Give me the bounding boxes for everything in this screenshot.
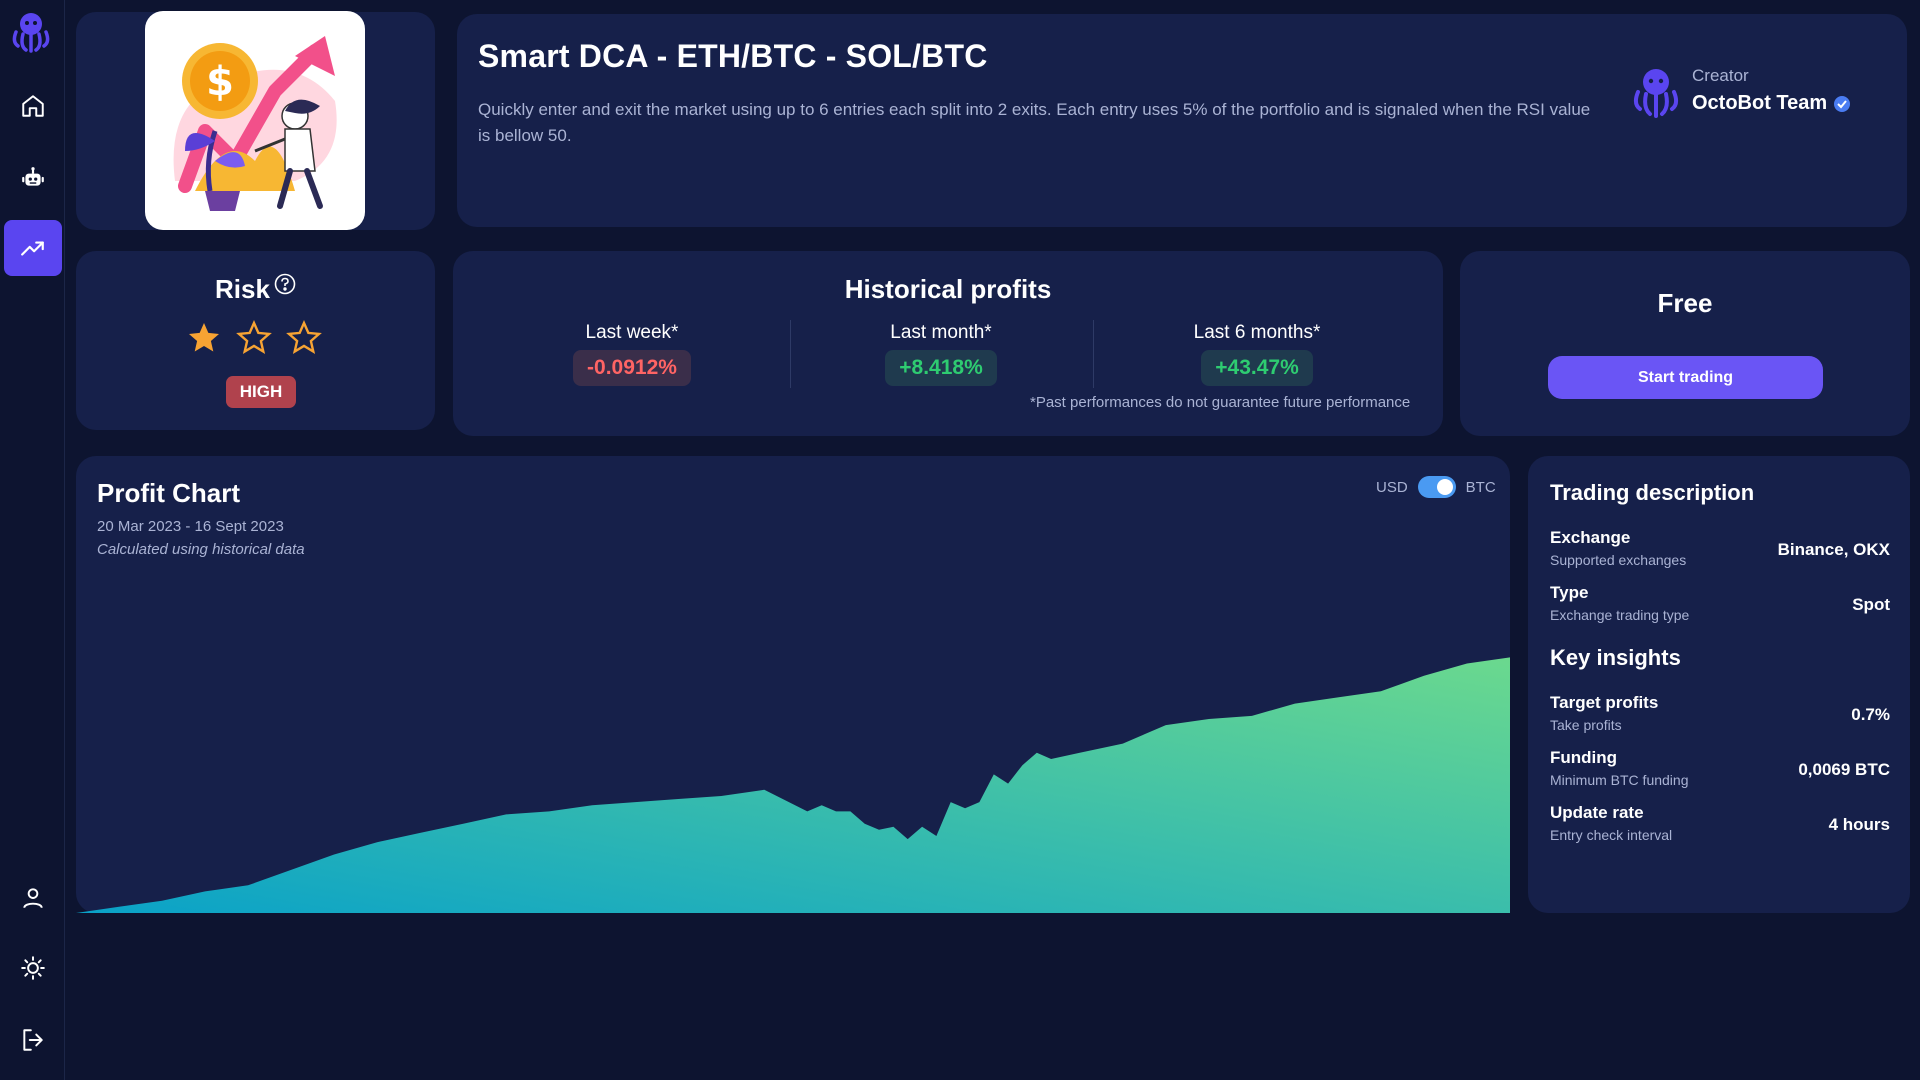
row-sub: Take profits bbox=[1550, 717, 1622, 733]
sun-icon bbox=[21, 956, 45, 980]
help-icon[interactable] bbox=[274, 273, 296, 295]
currency-toggle[interactable] bbox=[1417, 476, 1456, 498]
start-trading-button[interactable]: Start trading bbox=[1548, 356, 1823, 399]
row-value: 4 hours bbox=[1828, 815, 1890, 834]
star-filled-icon bbox=[189, 323, 219, 352]
key-insights-title: Key insights bbox=[1550, 645, 1681, 670]
profit-chart-note: Calculated using historical data bbox=[97, 541, 305, 558]
star-outline-icon bbox=[236, 320, 272, 354]
exchange-row: Exchange Supported exchanges Binance, OK… bbox=[1550, 528, 1890, 574]
row-key: Type bbox=[1550, 583, 1589, 602]
strategy-description: Quickly enter and exit the market using … bbox=[478, 100, 1591, 145]
nav-theme[interactable] bbox=[4, 940, 62, 996]
profit-chart-svg bbox=[76, 657, 1510, 913]
octobot-logo[interactable] bbox=[8, 8, 54, 54]
nav-logout[interactable] bbox=[4, 1012, 62, 1068]
profit-chart-title: Profit Chart bbox=[97, 478, 240, 508]
divider bbox=[1093, 320, 1094, 388]
period-label: Last week* bbox=[585, 322, 679, 343]
trending-up-icon bbox=[21, 241, 44, 256]
currency-toggle-group: USD BTC bbox=[1376, 476, 1496, 498]
row-key: Target profits bbox=[1550, 693, 1659, 712]
row-value: 0.7% bbox=[1851, 705, 1890, 724]
period-label: Last month* bbox=[890, 322, 992, 343]
creator-label: Creator bbox=[1692, 66, 1749, 85]
target-profits-row: Target profits Take profits 0.7% bbox=[1550, 693, 1890, 739]
risk-level-badge: HIGH bbox=[226, 376, 296, 408]
app-root: $ Smart DCA - ETH/BTC - SOL/BTC Quickly … bbox=[0, 0, 1920, 1080]
nav-strategies[interactable] bbox=[4, 220, 62, 276]
toggle-label-usd: USD bbox=[1376, 478, 1408, 496]
profit-value: +8.418% bbox=[885, 350, 997, 386]
star-outline-icon bbox=[286, 320, 322, 354]
row-value: Spot bbox=[1852, 595, 1890, 614]
profit-value: +43.47% bbox=[1201, 350, 1313, 386]
user-icon bbox=[23, 888, 43, 909]
nav-bots[interactable] bbox=[4, 150, 62, 206]
home-icon bbox=[22, 95, 44, 117]
nav-home[interactable] bbox=[4, 78, 62, 134]
strategy-title: Smart DCA - ETH/BTC - SOL/BTC bbox=[478, 38, 988, 74]
sidebar bbox=[0, 0, 65, 1080]
strategy-illustration: $ bbox=[145, 11, 365, 230]
row-value: Binance, OKX bbox=[1777, 540, 1890, 559]
toggle-knob bbox=[1436, 479, 1453, 495]
type-row: Type Exchange trading type Spot bbox=[1550, 583, 1890, 629]
price-label: Free bbox=[1657, 288, 1713, 318]
historical-profits-title: Historical profits bbox=[844, 274, 1052, 304]
nav-account[interactable] bbox=[4, 870, 62, 926]
logout-icon bbox=[23, 1029, 43, 1051]
profit-area-series bbox=[76, 657, 1510, 913]
performance-disclaimer: *Past performances do not guarantee futu… bbox=[1030, 394, 1411, 411]
period-label: Last 6 months* bbox=[1193, 322, 1321, 343]
profit-last-month: Last month* +8.418% bbox=[791, 322, 1091, 386]
row-value: 0,0069 BTC bbox=[1798, 760, 1890, 779]
creator-name-text: OctoBot Team bbox=[1692, 92, 1828, 114]
svg-text:$: $ bbox=[206, 59, 234, 105]
risk-stars bbox=[186, 320, 322, 356]
funding-row: Funding Minimum BTC funding 0,0069 BTC bbox=[1550, 748, 1890, 794]
pricing-card bbox=[1460, 251, 1910, 436]
trading-description-title: Trading description bbox=[1550, 480, 1755, 505]
toggle-label-btc: BTC bbox=[1465, 478, 1496, 496]
profit-last-week: Last week* -0.0912% bbox=[482, 322, 782, 386]
creator-name[interactable]: OctoBot Team bbox=[1692, 92, 1851, 115]
robot-icon bbox=[22, 167, 44, 186]
profit-last-6-months: Last 6 months* +43.47% bbox=[1107, 322, 1407, 386]
creator-avatar[interactable] bbox=[1628, 62, 1684, 118]
row-sub: Exchange trading type bbox=[1550, 607, 1690, 623]
verified-badge-icon bbox=[1834, 95, 1851, 112]
risk-heading: Risk bbox=[215, 273, 296, 305]
profit-value: -0.0912% bbox=[573, 350, 691, 386]
profit-chart-date-range: 20 Mar 2023 - 16 Sept 2023 bbox=[97, 518, 284, 535]
update-rate-row: Update rate Entry check interval 4 hours bbox=[1550, 803, 1890, 849]
risk-title: Risk bbox=[215, 274, 270, 304]
